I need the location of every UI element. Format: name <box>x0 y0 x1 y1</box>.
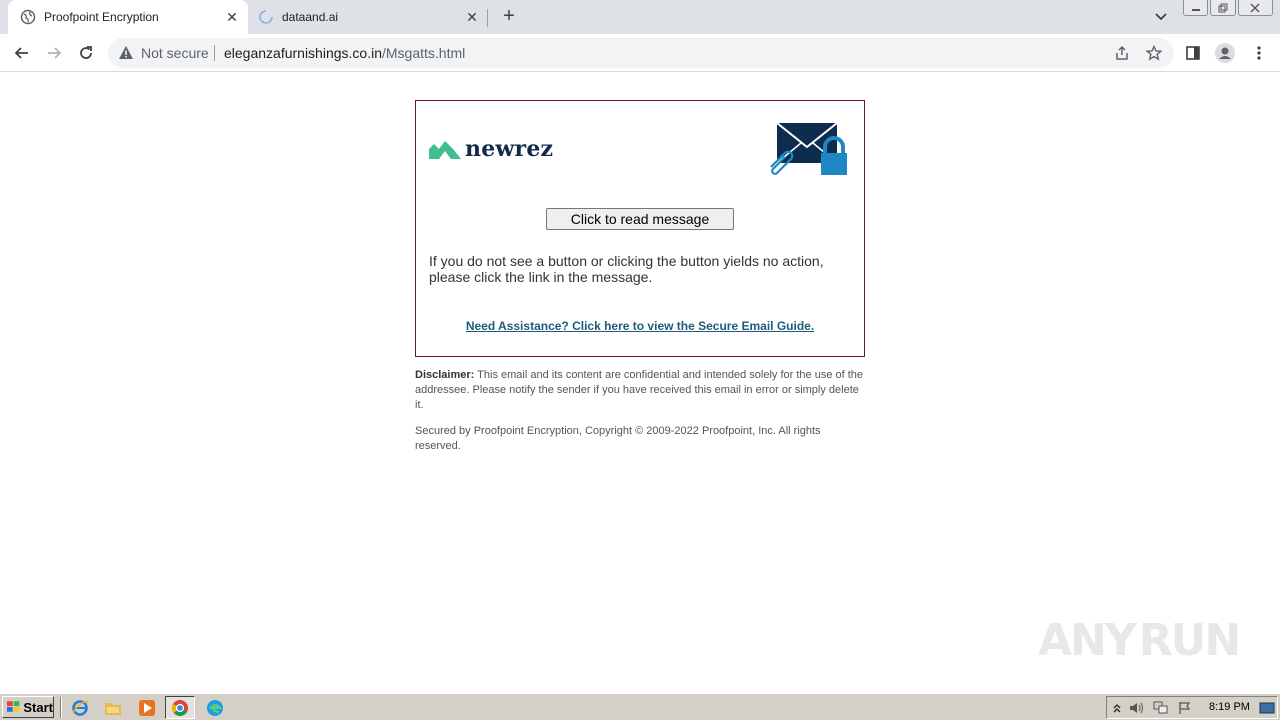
new-tab-button[interactable]: + <box>498 6 520 28</box>
profile-avatar-icon[interactable] <box>1214 42 1236 64</box>
anyrun-watermark: ANY RUN <box>1038 608 1241 672</box>
disclaimer-label: Disclaimer: <box>415 369 475 381</box>
newrez-logo: newrez <box>429 136 553 162</box>
disclaimer: Disclaimer: This email and its content a… <box>415 368 867 413</box>
tab-strip: Proofpoint Encryption ✕ dataand.ai ✕ + <box>0 0 1280 34</box>
media-player-icon[interactable] <box>137 698 157 718</box>
forward-arrow-icon[interactable] <box>42 41 66 65</box>
volume-icon[interactable] <box>1129 700 1145 716</box>
url-path: /Msgatts.html <box>382 45 466 61</box>
instruction-text: If you do not see a button or clicking t… <box>429 253 824 285</box>
system-tray: 8:19 PM <box>1106 696 1278 719</box>
address-bar[interactable]: Not secure eleganzafurnishings.co.in/Msg… <box>108 38 1174 68</box>
window-controls <box>1183 0 1275 18</box>
tray-expand-icon[interactable] <box>1109 700 1125 716</box>
disclaimer-text: This email and its content are confident… <box>415 369 864 411</box>
side-panel-icon[interactable] <box>1182 42 1204 64</box>
secure-message-card: newrez Click to read message If you do n… <box>415 100 865 357</box>
loading-spinner-icon <box>258 9 274 25</box>
logo-text: newrez <box>465 136 554 162</box>
url-host: eleganzafurnishings.co.in <box>224 45 382 61</box>
watermark-left-text: ANY <box>1038 614 1137 666</box>
address-divider <box>214 45 215 61</box>
start-label: Start <box>23 699 53 715</box>
url-text[interactable]: eleganzafurnishings.co.in/Msgatts.html <box>224 45 465 61</box>
tab-proofpoint-encryption[interactable]: Proofpoint Encryption ✕ <box>8 0 248 34</box>
start-button[interactable]: Start <box>2 696 54 718</box>
window-close-icon[interactable] <box>1237 0 1274 16</box>
tab-close-icon[interactable]: ✕ <box>224 9 240 25</box>
bookmark-star-icon[interactable] <box>1145 44 1163 62</box>
taskbar-separator <box>60 697 62 718</box>
tab-separator <box>487 9 488 27</box>
read-message-button[interactable]: Click to read message <box>546 208 734 230</box>
windows-flag-icon <box>6 701 20 712</box>
action-center-flag-icon[interactable] <box>1177 700 1193 716</box>
not-secure-label[interactable]: Not secure <box>141 45 209 61</box>
tab-dataand-ai[interactable]: dataand.ai ✕ <box>248 0 488 34</box>
reload-icon[interactable] <box>74 41 98 65</box>
secure-envelope-lock-icon <box>767 121 851 177</box>
network-icon[interactable] <box>1153 700 1169 716</box>
chrome-taskbar-icon[interactable] <box>165 696 195 719</box>
globe-icon <box>20 9 36 25</box>
tab-close-icon[interactable]: ✕ <box>464 9 480 25</box>
back-arrow-icon[interactable] <box>10 41 34 65</box>
tab-title: dataand.ai <box>282 10 339 24</box>
warning-triangle-icon[interactable] <box>118 45 134 61</box>
show-desktop-icon[interactable] <box>1259 700 1275 716</box>
internet-explorer-icon[interactable] <box>70 698 90 718</box>
taskbar: Start 8:19 PM <box>0 693 1280 720</box>
clock[interactable]: 8:19 PM <box>1209 701 1250 713</box>
kebab-menu-icon[interactable] <box>1248 42 1270 64</box>
secure-email-guide-link[interactable]: Need Assistance? Click here to view the … <box>416 319 864 333</box>
browser-toolbar: Not secure eleganzafurnishings.co.in/Msg… <box>0 34 1280 72</box>
watermark-right-text: RUN <box>1138 614 1241 666</box>
tab-title: Proofpoint Encryption <box>44 10 159 24</box>
restore-icon[interactable] <box>1210 0 1236 16</box>
share-icon[interactable] <box>1113 44 1131 62</box>
edge-icon[interactable] <box>205 698 225 718</box>
newrez-logo-mark-icon <box>429 141 461 159</box>
minimize-icon[interactable] <box>1183 0 1209 16</box>
tab-search-chevron-icon[interactable] <box>1151 8 1171 26</box>
file-explorer-icon[interactable] <box>103 698 123 718</box>
copyright-text: Secured by Proofpoint Encryption, Copyri… <box>415 425 821 452</box>
